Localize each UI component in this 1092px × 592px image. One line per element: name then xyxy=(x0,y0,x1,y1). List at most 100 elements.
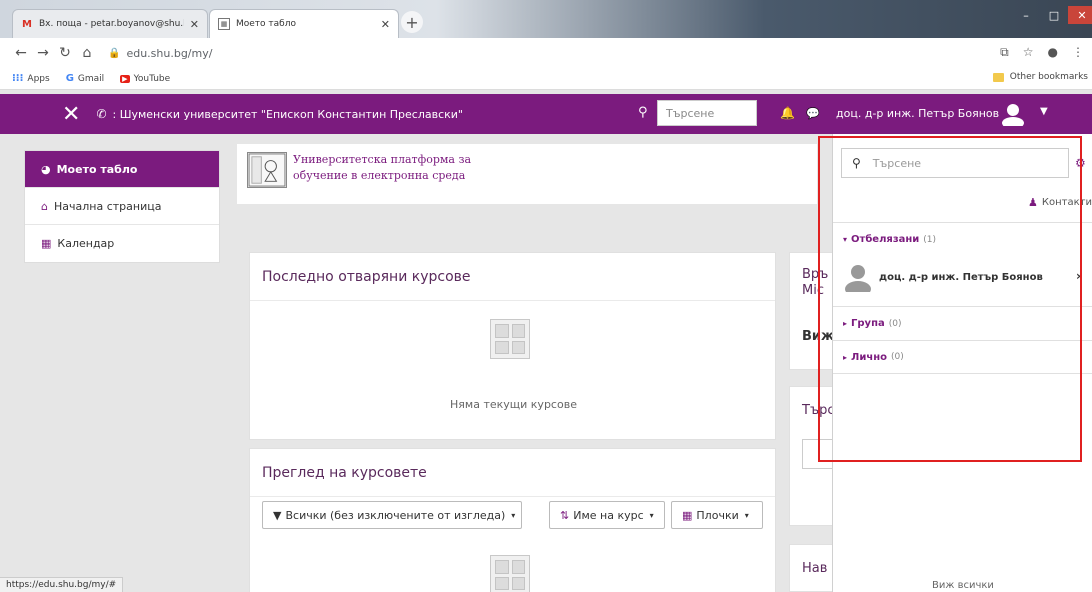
view-dropdown[interactable]: ▦ Плочки ▾ xyxy=(671,501,763,529)
contacts-link[interactable]: ♟ Контакти xyxy=(1028,196,1092,209)
other-bookmarks[interactable]: Other bookmarks xyxy=(992,72,1088,82)
folder-icon xyxy=(992,72,1004,82)
back-icon[interactable]: ← xyxy=(10,45,32,61)
menu-icon[interactable]: ⋮ xyxy=(1072,45,1084,60)
bookmark-label: YouTube xyxy=(133,73,171,84)
phone-icon: ✆ xyxy=(96,107,107,121)
sort-label: Име на курс xyxy=(573,508,644,522)
platform-title[interactable]: Университетска платформа за обучение в е… xyxy=(293,152,471,184)
section-starred[interactable]: ▾ Отбелязани (1) xyxy=(833,222,1092,256)
section-label: Отбелязани xyxy=(851,234,920,245)
chevron-right-icon: ▸ xyxy=(843,319,848,328)
section-private[interactable]: ▸ Лично (0) xyxy=(833,340,1092,374)
bookmark-label: Apps xyxy=(27,73,50,84)
chevron-down-icon[interactable]: ▼ xyxy=(1040,106,1048,117)
recent-courses-title: Последно отваряни курсове xyxy=(250,253,775,301)
recent-courses-card: Последно отваряни курсове Няма текущи ку… xyxy=(249,252,776,440)
profile-icon[interactable]: ● xyxy=(1048,45,1058,60)
notifications-bell-icon[interactable]: 🔔 xyxy=(780,106,795,120)
platform-title-line1: Университетска платформа за xyxy=(293,153,472,166)
nav-item-label: Моето табло xyxy=(56,162,138,176)
dashboard-icon: ◕ xyxy=(41,162,51,176)
nav-item-dashboard[interactable]: ◕ Моето табло xyxy=(25,151,219,188)
site-navbar: ✕ ✆ : Шуменски университет "Епископ Конс… xyxy=(0,94,1092,134)
user-avatar[interactable] xyxy=(1000,102,1026,126)
section-group[interactable]: ▸ Група (0) xyxy=(833,306,1092,340)
right-block-connect: Връ Mic Виж xyxy=(789,252,833,370)
tab-gmail[interactable]: M Вх. поща - petar.boyanov@shu.b ✕ xyxy=(12,9,208,38)
bookmark-gmail[interactable]: G Gmail xyxy=(66,73,104,84)
search-icon[interactable]: ⚲ xyxy=(638,105,648,120)
grid-view-icon: ▦ xyxy=(682,508,693,522)
user-icon: ♟ xyxy=(1028,196,1038,209)
browser-tab-strip: M Вх. поща - petar.boyanov@shu.b ✕ ▦ Мое… xyxy=(0,0,1092,38)
nav-item-calendar[interactable]: ▦ Календар xyxy=(25,225,219,262)
window-close-icon[interactable]: ✕ xyxy=(1068,6,1092,24)
drawer-search-input[interactable]: ⚲ Търсене xyxy=(841,148,1069,178)
block-link[interactable]: Виж xyxy=(802,329,832,344)
google-icon: G xyxy=(65,73,74,84)
address-bar: ← → ↻ ⌂ 🔒 edu.shu.bg/my/ ⧉ ☆ ● ⋮ xyxy=(0,38,1092,68)
chevron-down-icon: ▾ xyxy=(744,510,749,520)
apps-grid-icon: ⁝⁝⁝ xyxy=(12,73,24,84)
brand-header: Университетска платформа за обучение в е… xyxy=(237,144,817,204)
translate-icon[interactable]: ⧉ xyxy=(1000,45,1009,60)
nav-item-home[interactable]: ⌂ Начална страница xyxy=(25,188,219,225)
moodle-icon: ▦ xyxy=(218,18,230,30)
new-tab-button[interactable]: + xyxy=(401,11,423,33)
close-tab-icon[interactable]: ✕ xyxy=(381,18,390,31)
other-bookmarks-label: Other bookmarks xyxy=(1009,72,1088,82)
block-title-line2: Mic xyxy=(802,283,824,298)
block-title: Нав xyxy=(802,561,828,576)
reload-icon[interactable]: ↻ xyxy=(54,45,76,61)
close-drawer-icon[interactable]: ✕ xyxy=(62,102,80,127)
section-count: (1) xyxy=(923,234,937,245)
right-block-search: Търс xyxy=(789,386,833,526)
course-overview-card: Преглед на курсовете ▼ Всички (без изклю… xyxy=(249,448,776,592)
gear-icon[interactable]: ⚙ xyxy=(1075,156,1086,170)
gmail-icon: M xyxy=(22,18,32,30)
filter-icon: ▼ xyxy=(273,508,282,522)
nav-item-label: Календар xyxy=(57,237,115,250)
messages-icon[interactable]: 💬 xyxy=(806,107,820,120)
block-search-input[interactable] xyxy=(802,439,832,469)
university-crest-logo[interactable] xyxy=(247,152,287,188)
toolbar-actions: ⧉ ☆ ● ⋮ xyxy=(1000,45,1084,60)
chevron-down-icon: ▾ xyxy=(511,510,516,520)
tab-title: Моето табло xyxy=(236,19,296,29)
site-name-text: : Шуменски университет "Епископ Констант… xyxy=(112,107,463,121)
chevron-right-icon: › xyxy=(1076,269,1081,283)
minimize-icon[interactable]: – xyxy=(1012,6,1040,24)
contacts-label: Контакти xyxy=(1041,197,1092,208)
nav-item-label: Начална страница xyxy=(53,199,162,213)
window-controls: – □ ✕ xyxy=(1012,6,1092,24)
sort-dropdown[interactable]: ⇅ Име на курс ▾ xyxy=(549,501,665,529)
navbar-search-input[interactable]: Търсене xyxy=(657,100,757,126)
bookmark-youtube[interactable]: ▶ YouTube xyxy=(120,74,170,84)
right-block-navigation: Нав xyxy=(789,544,833,592)
tab-dashboard[interactable]: ▦ Моето табло ✕ xyxy=(209,9,399,38)
chevron-down-icon: ▾ xyxy=(843,235,848,244)
lock-icon: 🔒 xyxy=(108,47,121,59)
close-tab-icon[interactable]: ✕ xyxy=(190,18,199,31)
filter-dropdown[interactable]: ▼ Всички (без изключените от изгледа) ▾ xyxy=(262,501,522,529)
maximize-icon[interactable]: □ xyxy=(1040,6,1068,24)
filter-label: Всички (без изключените от изгледа) xyxy=(285,508,506,522)
home-icon[interactable]: ⌂ xyxy=(76,45,98,61)
drawer-search-placeholder: Търсене xyxy=(872,156,922,170)
url-field[interactable]: 🔒 edu.shu.bg/my/ xyxy=(108,47,212,60)
platform-title-line2: обучение в електронна среда xyxy=(293,169,466,182)
course-placeholder-icon xyxy=(490,555,530,592)
site-name[interactable]: ✆ : Шуменски университет "Епископ Конста… xyxy=(96,107,463,121)
search-icon: ⚲ xyxy=(852,156,861,170)
course-placeholder-icon xyxy=(490,319,530,359)
conversation-item[interactable]: доц. д-р инж. Петър Боянов › xyxy=(843,259,1083,295)
section-label: Лично xyxy=(851,351,887,363)
forward-icon[interactable]: → xyxy=(32,45,54,61)
bookmark-star-icon[interactable]: ☆ xyxy=(1023,45,1034,60)
view-all-link[interactable]: Виж всички xyxy=(833,580,1092,591)
bookmark-apps[interactable]: ⁝⁝⁝ Apps xyxy=(12,73,50,84)
calendar-icon: ▦ xyxy=(41,237,52,250)
user-name[interactable]: доц. д-р инж. Петър Боянов xyxy=(836,107,999,120)
block-title-line1: Връ xyxy=(802,267,829,282)
